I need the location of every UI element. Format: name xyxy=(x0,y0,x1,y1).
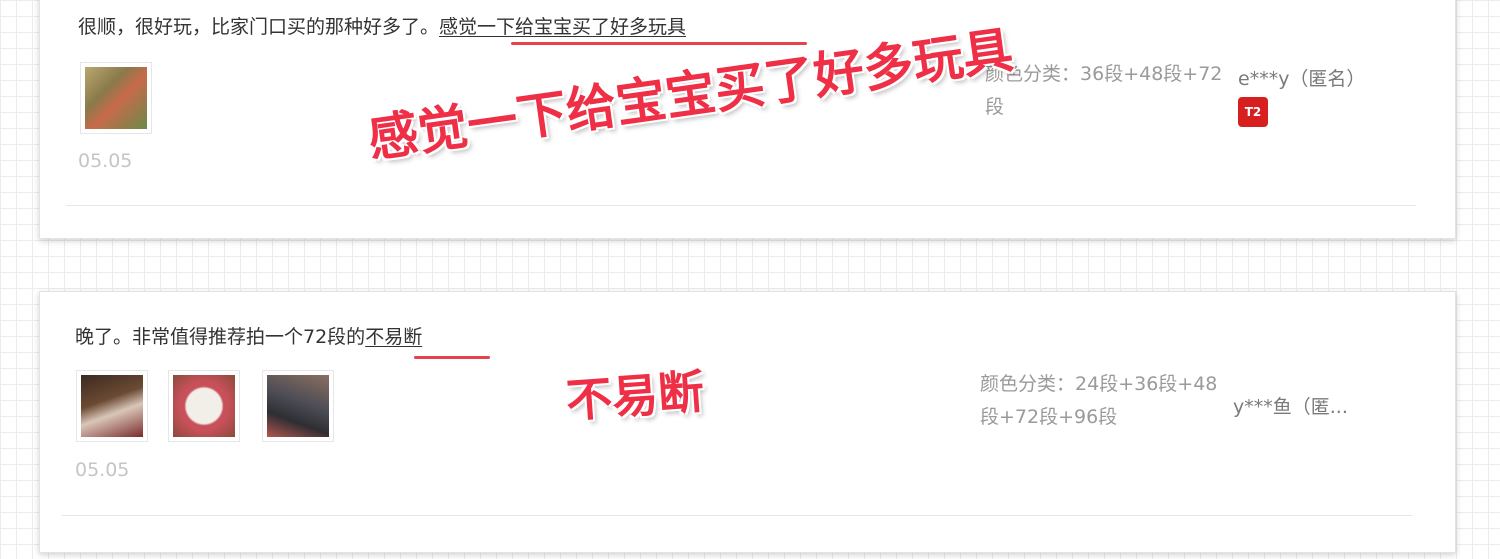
divider xyxy=(62,515,1412,516)
review-text-plain: 很顺，很好玩，比家门口买的那种好多了。 xyxy=(78,16,440,38)
review-text-highlight: 不易断 xyxy=(365,326,423,348)
photo-image xyxy=(267,375,329,437)
review-photo-thumbnail[interactable] xyxy=(80,62,152,134)
sku-spec: 颜色分类：36段+48段+72段 xyxy=(985,58,1225,124)
review-date: 05.05 xyxy=(78,150,133,172)
highlight-underline xyxy=(414,356,490,359)
sku-spec: 颜色分类：24段+36段+48段+72段+96段 xyxy=(980,368,1220,434)
divider xyxy=(66,205,1416,206)
review-text-plain: 晚了。非常值得推荐拍一个72段的 xyxy=(75,326,366,348)
review-date: 05.05 xyxy=(75,459,130,481)
member-level-badge: T2 xyxy=(1238,97,1268,127)
review-photo-thumbnail[interactable] xyxy=(262,370,334,442)
photo-image xyxy=(85,67,147,129)
review-text: 很顺，很好玩，比家门口买的那种好多了。感觉一下给宝宝买了好多玩具 xyxy=(78,12,686,39)
reviewer-name[interactable]: e***y（匿名） xyxy=(1238,64,1365,91)
photo-image xyxy=(81,375,143,437)
sku-spec-label: 颜色分类： xyxy=(980,373,1076,395)
photo-image xyxy=(173,375,235,437)
review-photo-thumbnail[interactable] xyxy=(76,370,148,442)
reviewer-name[interactable]: y***鱼（匿... xyxy=(1233,392,1348,419)
review-text-highlight: 感觉一下给宝宝买了好多玩具 xyxy=(439,16,687,38)
review-photo-thumbnail[interactable] xyxy=(168,370,240,442)
annotation-overlay: 不易断 xyxy=(564,364,706,428)
review-text: 晚了。非常值得推荐拍一个72段的不易断 xyxy=(75,322,422,349)
